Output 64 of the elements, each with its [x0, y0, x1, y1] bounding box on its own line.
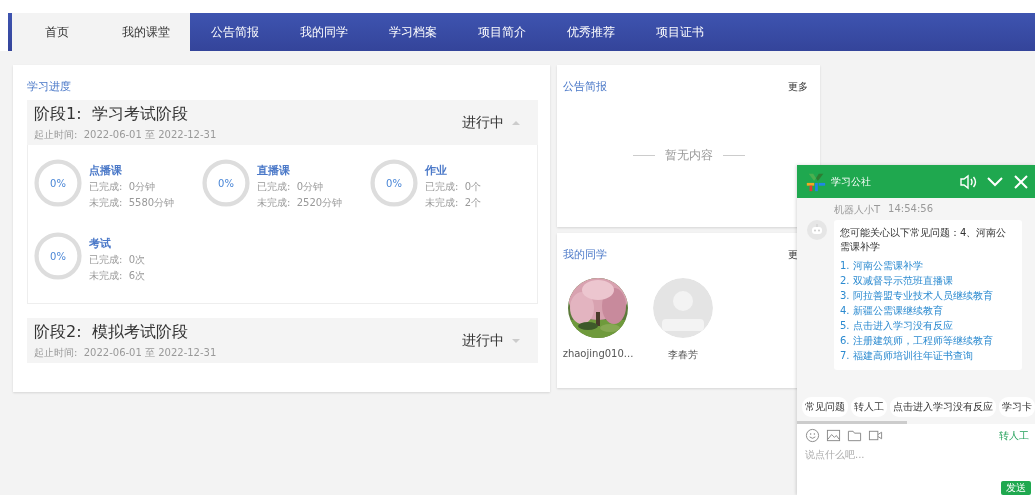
- nav-tab[interactable]: 学习档案: [368, 13, 457, 51]
- nav-tab[interactable]: 项目简介: [457, 13, 546, 51]
- image-icon[interactable]: [826, 428, 841, 443]
- quick-reply-button[interactable]: 转人工: [851, 397, 887, 417]
- nav-tab[interactable]: 项目证书: [635, 13, 724, 51]
- quick-reply-button[interactable]: 点击进入学习没有反应: [890, 397, 996, 417]
- question-link[interactable]: 2. 双减督导示范班直播课: [840, 273, 1016, 288]
- remaining-text: 未完成: 6次: [89, 269, 146, 283]
- remaining-text: 未完成: 5580分钟: [89, 196, 175, 210]
- item-title: 考试: [89, 236, 112, 251]
- question-link[interactable]: 7. 福建高师培训往年证书查询: [840, 348, 1016, 363]
- nav-tab[interactable]: 优秀推荐: [546, 13, 635, 51]
- folder-icon[interactable]: [847, 428, 862, 443]
- percent-label: 0%: [50, 250, 66, 262]
- quick-reply-button[interactable]: 学习卡: [999, 397, 1035, 417]
- empty-text: 暂无内容: [664, 147, 713, 164]
- completed-text: 已完成: 0次: [89, 253, 146, 267]
- stage-status: 进行中: [462, 331, 504, 350]
- message-text: 您可能关心以下常见问题：4、河南公需课补学: [840, 226, 1008, 254]
- message-time: 14:54:56: [888, 203, 934, 216]
- stage-title: 阶段2: 模拟考试阶段: [34, 321, 189, 343]
- transfer-link[interactable]: 转人工: [999, 428, 1029, 443]
- close-icon[interactable]: [1013, 173, 1029, 190]
- completed-text: 已完成: 0分钟: [257, 180, 325, 194]
- item-title: 点播课: [89, 163, 123, 178]
- quick-reply-button[interactable]: 常见问题: [802, 397, 848, 417]
- question-link[interactable]: 1. 河南公需课补学: [840, 258, 1016, 273]
- stage-status: 进行中: [462, 113, 504, 132]
- more-link[interactable]: 更多: [788, 79, 808, 94]
- question-link[interactable]: 4. 新疆公需课继续教育: [840, 303, 1016, 318]
- avatar-icon: [653, 278, 713, 338]
- robot-icon: [807, 220, 827, 240]
- video-icon[interactable]: [868, 428, 883, 443]
- nav-tab[interactable]: 我的同学: [279, 13, 368, 51]
- speaker-icon[interactable]: [959, 173, 977, 190]
- item-title: 作业: [425, 163, 448, 178]
- percent-label: 0%: [386, 177, 402, 189]
- sender-name: 机器人小T: [834, 203, 881, 217]
- nav-tab[interactable]: 首页: [12, 13, 101, 51]
- emoji-icon[interactable]: [805, 428, 820, 443]
- stage-dates: 起止时间: 2022-06-01 至 2022-12-31: [34, 127, 218, 142]
- percent-label: 0%: [218, 177, 234, 189]
- section-title: 学习进度: [27, 79, 72, 94]
- question-link[interactable]: 6. 注册建筑师，工程师等继续教育: [840, 333, 1016, 348]
- question-link[interactable]: 5. 点击进入学习没有反应: [840, 318, 1016, 333]
- stage-header[interactable]: 阶段2: 模拟考试阶段 起止时间: 2022-06-01 至 2022-12-31 进行中: [27, 318, 538, 363]
- completed-text: 已完成: 0分钟: [89, 180, 157, 194]
- completed-text: 已完成: 0个: [425, 180, 482, 194]
- classmate-name: 李春芳: [668, 348, 698, 362]
- question-link[interactable]: 3. 阿拉善盟专业技术人员继续教育: [840, 288, 1016, 303]
- section-title: 公告简报: [563, 79, 607, 94]
- item-title: 直播课: [257, 163, 291, 178]
- remaining-text: 未完成: 2个: [425, 196, 482, 210]
- remaining-text: 未完成: 2520分钟: [257, 196, 343, 210]
- stage-dates: 起止时间: 2022-06-01 至 2022-12-31: [34, 345, 218, 360]
- stage-title: 阶段1: 学习考试阶段: [34, 103, 189, 125]
- more-link[interactable]: 更: [788, 247, 798, 262]
- section-title: 我的同学: [563, 247, 607, 262]
- stage-header[interactable]: 阶段1: 学习考试阶段 起止时间: 2022-06-01 至 2022-12-31 进行中: [27, 100, 538, 145]
- chat-title: 学习公社: [831, 174, 872, 189]
- nav-tab[interactable]: 公告简报: [190, 13, 279, 51]
- percent-label: 0%: [50, 177, 66, 189]
- classmate-name: zhaojing010...: [562, 348, 634, 359]
- nav-tab[interactable]: 我的课堂: [101, 13, 190, 51]
